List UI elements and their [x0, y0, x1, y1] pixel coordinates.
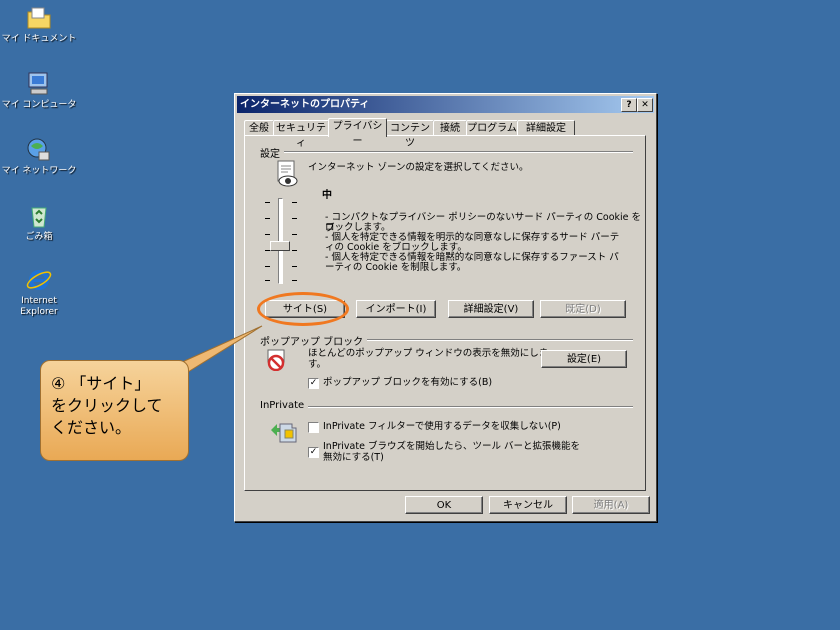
slider-thumb[interactable]	[270, 241, 290, 251]
desktop-icon-recycle-bin[interactable]: ごみ箱	[0, 202, 78, 243]
settings-instruction: インターネット ゾーンの設定を選択してください。	[308, 162, 529, 173]
privacy-desc-line-6: ーティの Cookie を制限します。	[325, 262, 467, 273]
tab-general[interactable]: 全般	[244, 120, 274, 136]
tab-programs[interactable]: プログラム	[466, 120, 518, 136]
dialog-title: インターネットのプロパティ	[240, 99, 370, 110]
desktop-icon-my-network[interactable]: マイ ネットワーク	[0, 136, 78, 177]
folder-icon	[25, 4, 53, 32]
dialog-titlebar[interactable]: インターネットのプロパティ ? ✕	[237, 96, 654, 113]
desktop-icon-label: Internet Explorer	[20, 296, 58, 317]
ok-button[interactable]: OK	[405, 496, 483, 514]
inprivate-toolbar-checkbox-label[interactable]: InPrivate ブラウズを開始したら、ツール バーと拡張機能を 無効にする(…	[323, 441, 580, 463]
group-divider	[345, 339, 633, 341]
inprivate-filter-checkbox-label[interactable]: InPrivate フィルターで使用するデータを収集しない(P)	[323, 421, 561, 432]
popup-group-title: ポップアップ ブロック	[260, 333, 368, 348]
callout-text: ④ 「サイト」 をクリックして ください。	[51, 374, 163, 437]
tab-connections[interactable]: 接続	[433, 120, 467, 136]
group-divider	[283, 151, 633, 153]
desktop-icon-internet-explorer[interactable]: Internet Explorer	[0, 266, 78, 318]
popup-block-checkbox-label[interactable]: ポップアップ ブロックを有効にする(B)	[323, 377, 492, 388]
inprivate-filter-checkbox[interactable]	[308, 422, 319, 433]
advanced-button[interactable]: 詳細設定(V)	[448, 300, 534, 318]
privacy-level-slider[interactable]	[260, 186, 310, 286]
import-button[interactable]: インポート(I)	[356, 300, 436, 318]
tab-content[interactable]: コンテンツ	[386, 120, 434, 149]
help-button[interactable]: ?	[621, 98, 637, 112]
apply-button[interactable]: 適用(A)	[572, 496, 650, 514]
popup-blocker-icon	[265, 349, 287, 374]
popup-description: ほとんどのポップアップ ウィンドウの表示を無効にしま す。	[308, 348, 549, 370]
computer-icon	[25, 70, 53, 98]
desktop-icon-label: ごみ箱	[25, 232, 53, 242]
tab-privacy[interactable]: プライバシー	[328, 118, 387, 147]
tab-advanced[interactable]: 詳細設定	[517, 120, 575, 136]
default-button[interactable]: 既定(D)	[540, 300, 626, 318]
desktop-icon-label: マイ ドキュメント	[1, 34, 77, 44]
inprivate-toolbar-checkbox[interactable]: ✓	[308, 447, 319, 458]
cancel-button[interactable]: キャンセル	[489, 496, 567, 514]
popup-settings-button[interactable]: 設定(E)	[541, 350, 627, 368]
desktop-icon-label: マイ コンピュータ	[1, 100, 77, 110]
ie-icon	[25, 266, 53, 294]
instruction-callout: ④ 「サイト」 をクリックして ください。	[40, 360, 189, 461]
settings-group-title: 設定	[260, 145, 284, 160]
inprivate-group-title: InPrivate	[260, 400, 309, 411]
network-icon	[25, 136, 53, 164]
sites-button-highlight	[257, 292, 349, 326]
popup-block-checkbox[interactable]: ✓	[308, 378, 319, 389]
desktop-icon-my-documents[interactable]: マイ ドキュメント	[0, 4, 78, 45]
recycle-bin-icon	[25, 202, 53, 230]
inprivate-icon	[269, 418, 297, 447]
group-divider	[305, 406, 633, 408]
desktop-icon-label: マイ ネットワーク	[1, 166, 77, 176]
close-button[interactable]: ✕	[637, 98, 653, 112]
desktop-icon-my-computer[interactable]: マイ コンピュータ	[0, 70, 78, 111]
privacy-level-label: 中	[322, 190, 332, 201]
tab-security[interactable]: セキュリティ	[273, 120, 329, 149]
